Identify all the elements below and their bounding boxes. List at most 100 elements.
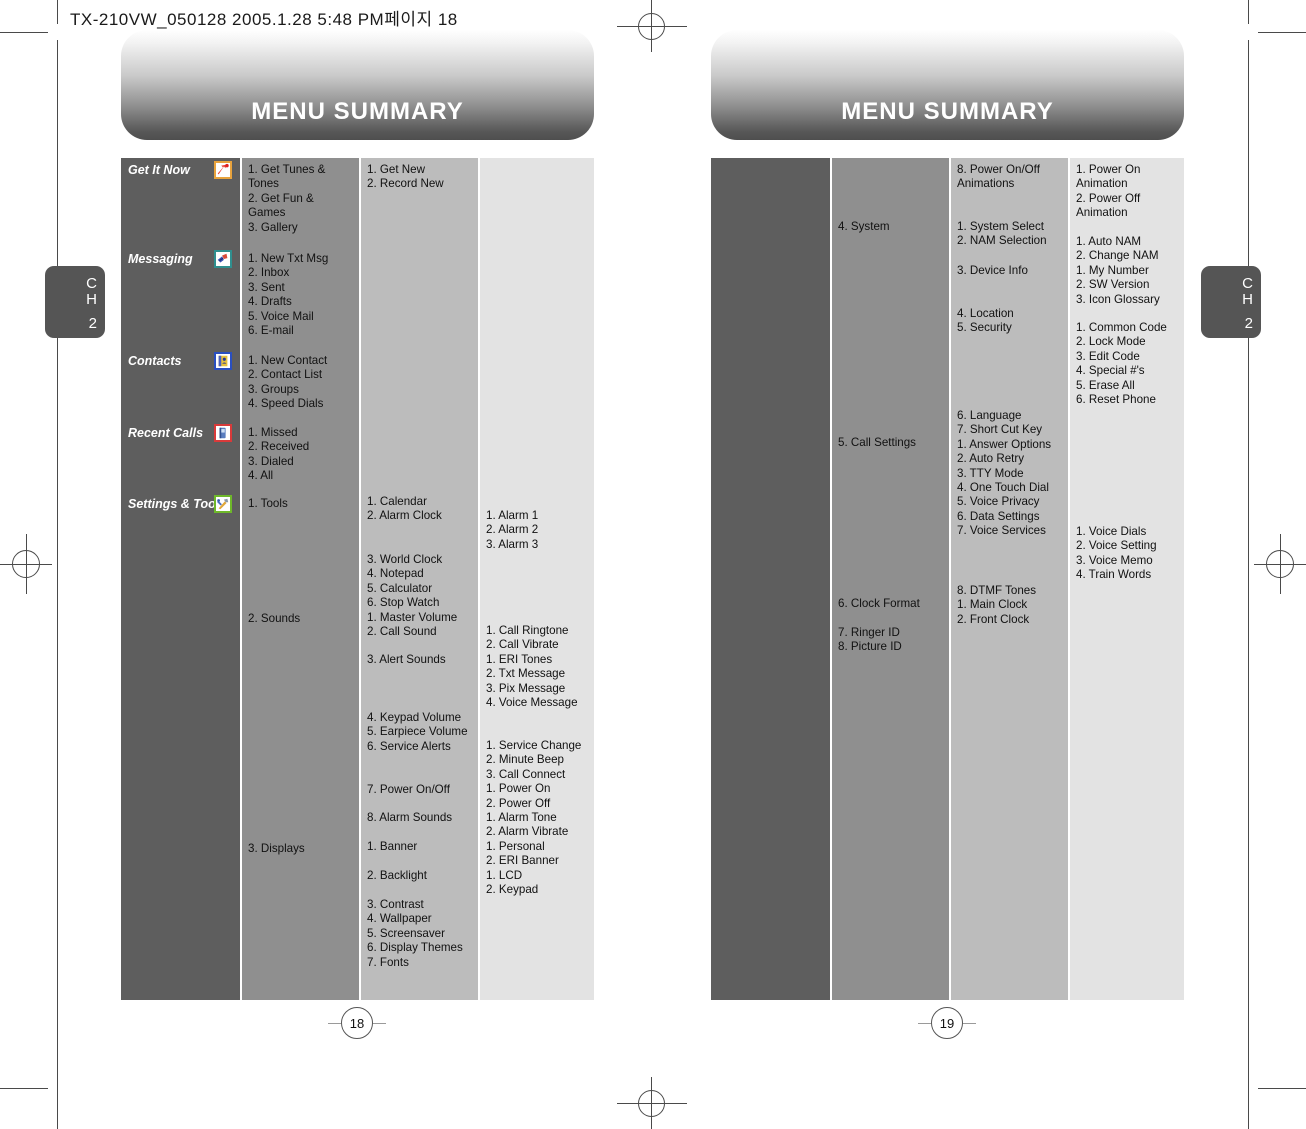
menu-item: 4. Location (957, 307, 1014, 320)
menu-item-group: 1. Call Ringtone 2. Call Vibrate 1. ERI To… (486, 624, 592, 710)
menu-item: 2. Contact List (248, 368, 323, 382)
menu-item: 4. Keypad Volume (367, 711, 462, 724)
page-banner: MENU SUMMARY (711, 30, 1184, 140)
menu-item: 6. Clock Format (838, 597, 920, 610)
menu-item: 2. Received (248, 440, 310, 454)
category-label-contacts: Contacts (128, 354, 182, 368)
menu-item: 4. Notepad (367, 567, 424, 581)
menu-item: 1. LCD (486, 868, 523, 882)
menu-column-level2: 1. Get New 2. Record New 1. Calendar 2. Ala… (361, 158, 478, 1000)
menu-item: 1. My Number (1076, 263, 1149, 277)
menu-item: 3. Displays (248, 842, 305, 855)
folio-number: 19 (931, 1007, 963, 1039)
menu-item: 7. Voice Services (957, 524, 1046, 538)
menu-item: 1. Get New (367, 163, 425, 176)
menu-item-group: 1. Get New 2. Record New (367, 163, 476, 192)
menu-item: 4. System (838, 220, 890, 233)
menu-item: 1. Answer Options (957, 437, 1052, 451)
settings-tools-icon (214, 495, 232, 513)
folio-left: 18 (322, 1006, 392, 1040)
menu-item: 6. E-mail (248, 324, 294, 338)
menu-item: 6. Stop Watch (367, 596, 440, 610)
menu-item: 2. Alarm 2 (486, 523, 539, 537)
folio-number: 18 (341, 1007, 373, 1039)
menu-item: 2. Keypad (486, 883, 539, 897)
menu-item: 2. Backlight (367, 869, 427, 882)
menu-item: 4. Drafts (248, 295, 292, 309)
page-right: MENU SUMMARY 4. System 5. Call Settings 6.… (653, 0, 1306, 1129)
menu-item: Animation (1076, 206, 1128, 220)
menu-item-group: 8. Power On/Off Animations (957, 163, 1066, 192)
menu-item-group: 1. New Txt Msg 2. Inbox 3. Sent 4. Drafts 5.… (248, 252, 357, 338)
menu-item: 1. Power On (1076, 163, 1141, 176)
menu-item-group: 2. Backlight (367, 869, 476, 883)
menu-item: 1. Power On (486, 782, 551, 796)
menu-item-group: 4. Location 5. Security (957, 307, 1066, 336)
menu-item: 2. Inbox (248, 266, 290, 280)
menu-item-group: 2. Sounds (248, 612, 357, 626)
menu-item-group: 1. Get Tunes & Tones 2. Get Fun & Games 3.… (248, 163, 357, 235)
menu-item-group: 3. Device Info (957, 264, 1066, 278)
menu-item-group: 1. Tools (248, 497, 357, 511)
menu-item: 2. ERI Banner (486, 854, 559, 868)
menu-item-group: 6. Language 7. Short Cut Key 1. Answer Opt… (957, 409, 1066, 539)
menu-item: 5. Earpiece Volume (367, 725, 468, 739)
menu-item: 2. Voice Setting (1076, 539, 1157, 553)
menu-item-group: 3. Contrast 4. Wallpaper 5. Screensaver 6. … (367, 898, 476, 970)
menu-item: Animation (1076, 177, 1128, 191)
menu-item-group: 8. DTMF Tones 1. Main Clock 2. Front Clock (957, 584, 1066, 627)
menu-item: 2. Get Fun & (248, 191, 314, 205)
menu-item: 3. Sent (248, 280, 285, 294)
category-label-get-it-now: Get It Now (128, 163, 190, 177)
menu-item-group: 4. System (838, 220, 947, 234)
menu-item: 7. Short Cut Key (957, 423, 1043, 437)
menu-item: 6. Service Alerts (367, 739, 451, 753)
category-label-messaging: Messaging (128, 252, 193, 266)
menu-item: 8. DTMF Tones (957, 584, 1037, 597)
menu-item: 8. Alarm Sounds (367, 811, 453, 824)
menu-item: 2. Sounds (248, 612, 301, 625)
menu-column-level3: 1. Power On Animation 2. Power Off Animat… (1070, 158, 1184, 1000)
menu-item: 2. Txt Message (486, 667, 566, 681)
menu-item: 8. Picture ID (838, 640, 902, 654)
menu-item: 3. Edit Code (1076, 349, 1140, 363)
menu-item: 1. Voice Dials (1076, 525, 1147, 538)
menu-item: 4. Speed Dials (248, 397, 324, 411)
menu-item: 1. Alarm 1 (486, 509, 539, 522)
menu-item: 1. Alarm Tone (486, 811, 557, 825)
menu-item: 4. Wallpaper (367, 912, 432, 926)
folio-right: 19 (912, 1006, 982, 1040)
menu-column-level2: 8. Power On/Off Animations 1. System Sele… (951, 158, 1068, 1000)
menu-item: 1. ERI Tones (486, 652, 553, 666)
menu-item: 2. Record New (367, 177, 444, 191)
menu-item-group: 5. Call Settings (838, 436, 947, 450)
menu-item: 5. Erase All (1076, 378, 1135, 392)
menu-item-group: 1. Service Change 2. Minute Beep 3. Call C… (486, 739, 592, 897)
menu-item: 1. Master Volume (367, 610, 458, 624)
menu-item: 1. Call Ringtone (486, 624, 569, 637)
menu-item: 2. Alarm Vibrate (486, 825, 569, 839)
menu-item: 1. Service Change (486, 739, 582, 752)
menu-column-level1: 1. Get Tunes & Tones 2. Get Fun & Games 3.… (242, 158, 359, 1000)
menu-item: 3. Contrast (367, 898, 424, 911)
menu-item-group: 6. Clock Format (838, 597, 947, 611)
menu-item: 1. Tools (248, 497, 288, 510)
menu-item: Animations (957, 177, 1015, 191)
messaging-icon (214, 250, 232, 268)
menu-item: 2. Alarm Clock (367, 509, 442, 523)
menu-item: 6. Data Settings (957, 509, 1040, 523)
menu-item: 1. New Txt Msg (248, 252, 329, 265)
menu-item: 1. Missed (248, 426, 298, 439)
menu-item-group: 1. Common Code 2. Lock Mode 3. Edit Code 4.… (1076, 321, 1182, 407)
menu-item-group: 1. New Contact 2. Contact List 3. Groups 4.… (248, 354, 357, 412)
menu-item: 4. Voice Message (486, 696, 578, 710)
menu-item: 5. Voice Privacy (957, 495, 1040, 509)
menu-item: 2. Call Sound (367, 625, 437, 639)
menu-item: 2. Call Vibrate (486, 638, 559, 652)
menu-item: 3. TTY Mode (957, 466, 1024, 480)
menu-table: 4. System 5. Call Settings 6. Clock Format… (711, 158, 1184, 1000)
menu-item: 2. SW Version (1076, 278, 1150, 292)
menu-item: 2. Power Off (486, 796, 551, 810)
menu-item-group: 1. Calendar 2. Alarm Clock (367, 495, 476, 524)
menu-item: 1. New Contact (248, 354, 328, 367)
